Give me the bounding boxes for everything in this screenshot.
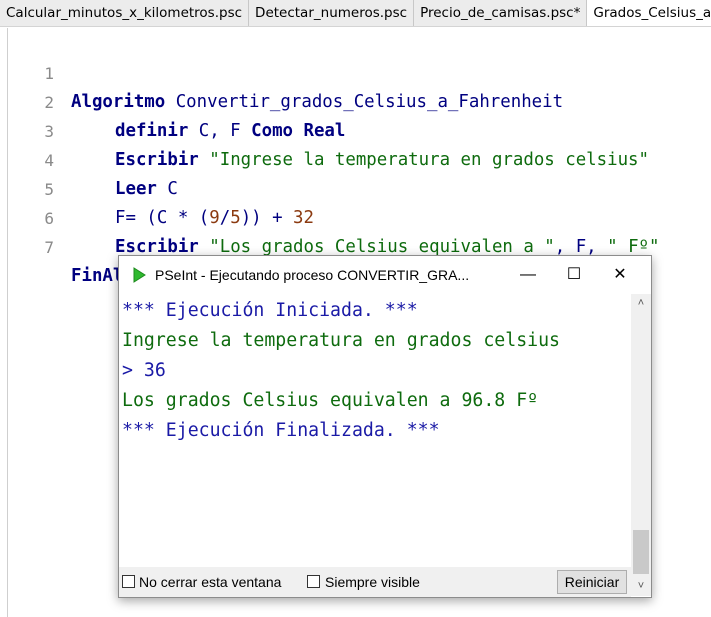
operator: /	[219, 208, 231, 228]
code-line-7: 7 FinAlgoritmo	[0, 204, 196, 286]
window-title: PSeInt - Ejecutando proceso CONVERTIR_GR…	[155, 267, 470, 283]
pseint-app-icon	[133, 267, 146, 283]
scroll-down-icon[interactable]: ˅	[631, 577, 651, 595]
window-footer: No cerrar esta ventana Siempre visible R…	[119, 567, 631, 597]
keep-open-checkbox[interactable]	[122, 575, 135, 588]
keep-open-label: No cerrar esta ventana	[139, 574, 282, 590]
code-line-6: 6 Escribir "Los grados Celsius equivalen…	[0, 175, 659, 257]
scroll-up-icon[interactable]: ˄	[631, 294, 651, 312]
code-line-5: 5 F= (C * (9/5)) + 32	[0, 146, 314, 228]
string-literal: "Ingrese la temperatura en grados celsiu…	[209, 150, 649, 170]
tab-calcular-minutos[interactable]: Calcular_minutos_x_kilometros.psc	[0, 0, 250, 26]
keyword: Como Real	[251, 121, 346, 141]
keyword: Escribir	[115, 150, 199, 170]
expression: F= (C * (	[115, 208, 210, 228]
window-titlebar[interactable]: PSeInt - Ejecutando proceso CONVERTIR_GR…	[119, 256, 651, 294]
keyword: Escribir	[115, 237, 199, 257]
minimize-button[interactable]: —	[505, 256, 551, 294]
keyword: Leer	[115, 179, 157, 199]
code-line-1: 1 Algoritmo Convertir_grados_Celsius_a_F…	[0, 30, 563, 112]
console-line: *** Ejecución Finalizada. ***	[122, 420, 440, 441]
identifier: C	[156, 179, 178, 199]
tab-grados-celsius[interactable]: Grados_Celsius_a_Fahrenheit.psc	[587, 0, 711, 26]
console-line: *** Ejecución Iniciada. ***	[122, 300, 418, 321]
number-literal: 9	[209, 208, 220, 228]
identifier: , F,	[554, 237, 608, 257]
close-button[interactable]: ✕	[597, 256, 643, 294]
code-line-4: 4 Leer C	[0, 117, 177, 199]
tab-precio-camisas[interactable]: Precio_de_camisas.psc*	[414, 0, 588, 26]
console-line: Los grados Celsius equivalen a 96.8 Fº	[122, 390, 539, 411]
keyword: definir	[115, 121, 189, 141]
identifier: Convertir_grados_Celsius_a_Fahrenheit	[165, 92, 564, 112]
identifier: C, F	[188, 121, 252, 141]
number-literal: 5	[230, 208, 241, 228]
execution-window: PSeInt - Ejecutando proceso CONVERTIR_GR…	[118, 255, 652, 598]
string-literal: "Los grados Celsius equivalen a "	[209, 237, 555, 257]
string-literal: " Fº"	[607, 237, 660, 257]
number-literal: 32	[293, 208, 314, 228]
code-line-3: 3 Escribir "Ingrese la temperatura en gr…	[0, 88, 649, 170]
scroll-thumb[interactable]	[633, 530, 649, 574]
always-visible-checkbox[interactable]	[307, 575, 320, 588]
maximize-button[interactable]: ☐	[551, 256, 597, 294]
console-line: > 36	[122, 360, 166, 381]
restart-button[interactable]: Reiniciar	[557, 570, 627, 594]
file-tabs: Calcular_minutos_x_kilometros.psc Detect…	[0, 0, 711, 27]
vertical-scrollbar[interactable]: ˄ ˅	[631, 294, 651, 596]
code-line-2: 2 definir C, F Como Real	[0, 59, 345, 141]
console-output[interactable]: *** Ejecución Iniciada. *** Ingrese la t…	[119, 294, 631, 567]
line-number: 7	[44, 238, 54, 257]
tab-detectar-numeros[interactable]: Detectar_numeros.psc	[249, 0, 415, 26]
expression: )) +	[240, 208, 294, 228]
console-line: Ingrese la temperatura en grados celsius	[122, 330, 560, 351]
keyword: Algoritmo	[71, 92, 166, 112]
always-visible-label: Siempre visible	[325, 574, 420, 590]
